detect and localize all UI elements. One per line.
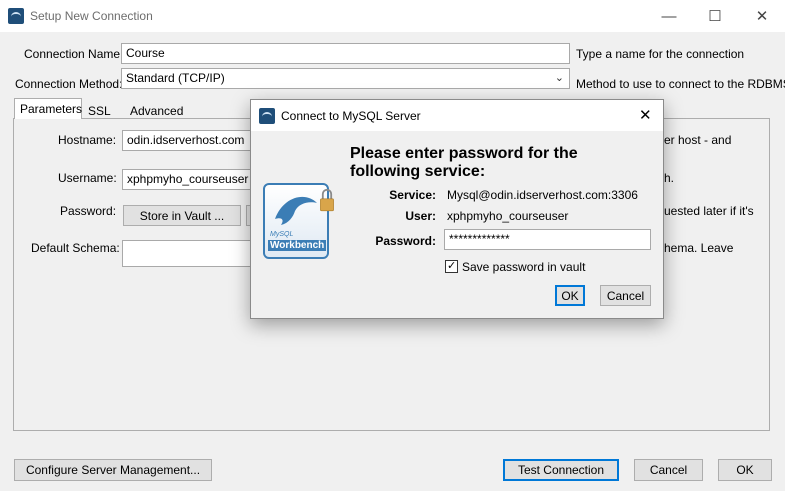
username-label: Username: [58,171,117,185]
default-schema-hint: hema. Leave [664,241,734,255]
mysql-workbench-app-icon [8,8,24,24]
connection-method-label: Connection Method: [15,77,123,91]
maximize-icon[interactable]: ☐ [692,0,738,32]
tab-ssl[interactable]: SSL [82,100,117,120]
connection-name-input[interactable]: Course [121,43,570,64]
close-icon[interactable]: ✕ [639,106,652,124]
tab-advanced[interactable]: Advanced [124,100,189,120]
password-hint: uested later if it's [664,204,754,218]
dialog-heading-line2: following service: [350,163,486,180]
mysql-workbench-app-icon [259,108,275,124]
dialog-title: Connect to MySQL Server [281,109,421,123]
logo-text: Workbench [268,240,327,251]
lock-icon [320,188,334,212]
connection-method-select[interactable]: Standard (TCP/IP) ⌄ [121,68,570,89]
hostname-hint: er host - and [664,133,732,147]
ok-button[interactable]: OK [718,459,772,481]
username-input[interactable]: xphpmyho_courseuser [122,169,252,190]
tab-parameters[interactable]: Parameters [14,98,82,119]
connection-method-hint: Method to use to connect to the RDBMS [576,77,785,91]
user-label: User: [405,209,436,223]
chevron-down-icon: ⌄ [554,72,564,84]
save-password-label: Save password in vault [462,260,586,274]
service-label: Service: [389,188,436,202]
connection-method-value: Standard (TCP/IP) [126,71,225,85]
minimize-icon[interactable]: — [646,0,692,32]
dialog-titlebar: Connect to MySQL Server ✕ [251,100,663,131]
dialog-heading-line1: Please enter password for the [350,145,578,162]
dialog-password-input[interactable]: ************* [444,229,651,250]
window-title: Setup New Connection [30,9,153,23]
password-label: Password: [60,204,117,218]
store-in-vault-button[interactable]: Store in Vault ... [123,205,241,226]
cancel-button[interactable]: Cancel [634,459,703,481]
close-icon[interactable]: ✕ [739,0,785,32]
window-titlebar: Setup New Connection — ☐ ✕ [0,0,785,32]
dialog-ok-button[interactable]: OK [555,285,585,306]
logo-small-text: MySQL [270,231,294,238]
mysql-workbench-logo: MySQL Workbench [263,183,334,259]
hostname-label: Hostname: [58,133,117,147]
service-value: Mysql@odin.idserverhost.com:3306 [447,188,638,202]
dialog-password-label: Password: [375,234,436,248]
hostname-input[interactable]: odin.idserverhost.com [122,130,252,151]
connection-name-hint: Type a name for the connection [576,47,745,61]
test-connection-button[interactable]: Test Connection [503,459,619,481]
user-value: xphpmyho_courseuser [447,209,569,223]
dialog-cancel-button[interactable]: Cancel [600,285,651,306]
username-hint: h. [664,171,675,185]
save-password-checkbox[interactable] [445,259,458,273]
default-schema-input[interactable] [122,240,252,267]
connection-name-label: Connection Name: [24,47,124,61]
connect-dialog: Connect to MySQL Server ✕ MySQL Workbenc… [250,99,664,319]
configure-server-management-button[interactable]: Configure Server Management... [14,459,212,481]
default-schema-label: Default Schema: [31,241,120,255]
